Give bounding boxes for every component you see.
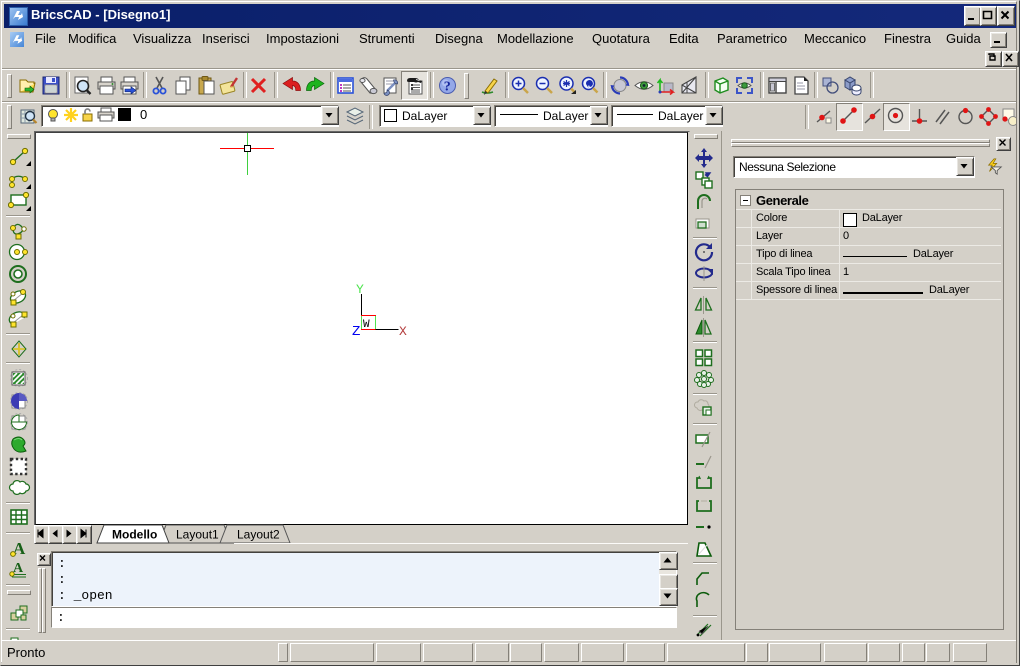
svg-text:Y: Y: [356, 282, 364, 297]
svg-text:Layout1: Layout1: [176, 528, 219, 542]
svg-text:?: ?: [444, 80, 451, 95]
svg-text:Modello: Modello: [112, 528, 157, 542]
svg-text:X: X: [399, 324, 407, 339]
svg-text:Z: Z: [352, 324, 360, 340]
svg-text:W: W: [363, 319, 370, 331]
svg-text:Layout2: Layout2: [237, 528, 280, 542]
